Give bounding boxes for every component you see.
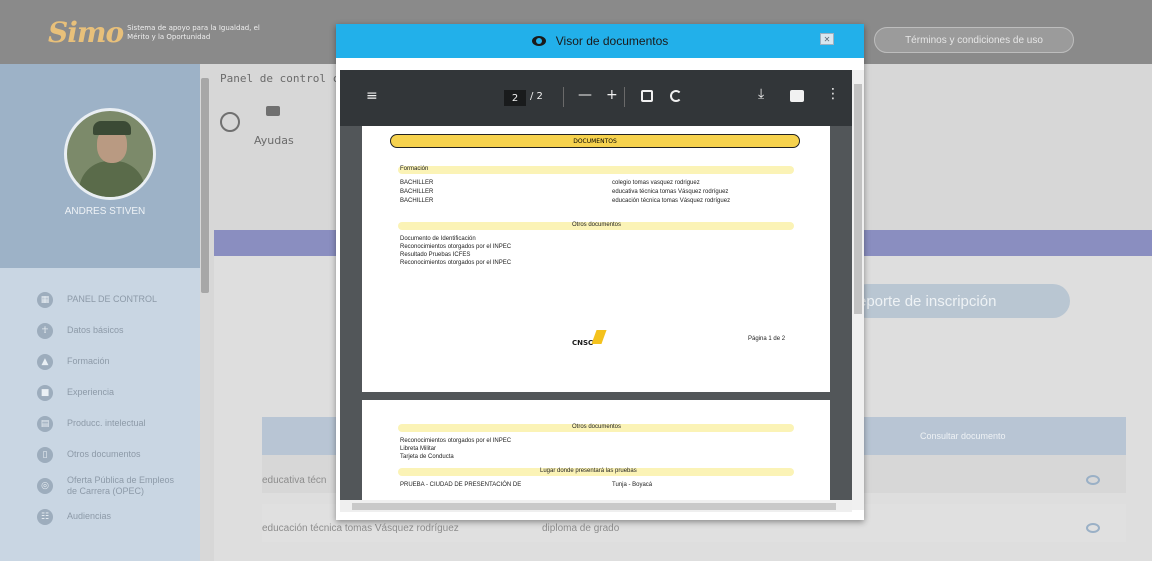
simo-logo[interactable]: Simo Sistema de apoyo para la Igualdad, …	[48, 16, 277, 49]
page-number-label: Página 1 de 2	[748, 336, 786, 342]
pdf-vertical-scrollbar-thumb[interactable]	[854, 84, 862, 314]
menu-icon[interactable]: ≡	[366, 88, 378, 104]
dashboard-icon: ▦	[37, 291, 53, 308]
avatar[interactable]	[64, 108, 156, 200]
sidebar-item-audiencias[interactable]: ☷ Audiencias	[0, 501, 200, 532]
sidebar-item-experiencia[interactable]: ■ Experiencia	[0, 377, 200, 408]
reporte-inscripcion-button[interactable]: eporte de inscripción	[850, 284, 1070, 318]
graduation-icon: ▲	[37, 353, 53, 370]
sidebar-scrollbar-thumb[interactable]	[201, 78, 209, 293]
eye-icon[interactable]	[1086, 523, 1100, 533]
cnsc-logo: CNSC	[572, 339, 594, 347]
sidebar-item-datos[interactable]: ☥ Datos básicos	[0, 315, 200, 346]
pdf-toolbar: ≡ 2 / 2 — + ⤓ ⋮	[340, 70, 852, 126]
pdf-page: DOCUMENTOS Formación BACHILLER colegio t…	[362, 126, 830, 392]
pdf-viewer[interactable]: ≡ 2 / 2 — + ⤓ ⋮ DOCUMENTOS Formación BAC…	[340, 70, 852, 510]
download-icon[interactable]: ⤓	[758, 86, 764, 102]
document-icon: ▯	[37, 446, 53, 463]
eye-icon	[531, 36, 546, 46]
audience-icon: ☷	[37, 508, 53, 525]
sidebar-item-otros[interactable]: ▯ Otros documentos	[0, 439, 200, 470]
zoom-out-button[interactable]: —	[578, 87, 592, 103]
doc-section-title: DOCUMENTOS	[390, 134, 800, 148]
pdf-horizontal-scrollbar-thumb[interactable]	[352, 503, 836, 510]
ayudas-link[interactable]: Ayudas	[254, 134, 294, 147]
profile-panel: ANDRES STIVEN	[0, 64, 210, 268]
sidebar: ANDRES STIVEN ▦ PANEL DE CONTROL ☥ Datos b…	[0, 64, 210, 561]
briefcase-icon: ■	[37, 384, 53, 401]
eye-icon[interactable]	[1086, 475, 1100, 485]
compass-icon: ◎	[37, 477, 53, 494]
document-viewer-modal: Visor de documentos ✕ ≡ 2 / 2 — + ⤓ ⋮ DO…	[336, 24, 864, 520]
sidebar-item-opec[interactable]: ◎ Oferta Pública de Empleos de Carrera (O…	[0, 470, 200, 501]
zoom-in-button[interactable]: +	[606, 87, 618, 103]
back-circle-icon[interactable]	[220, 112, 240, 132]
sidebar-item-formacion[interactable]: ▲ Formación	[0, 346, 200, 377]
logo-mark: Simo	[48, 16, 124, 49]
page-number-input[interactable]: 2	[504, 90, 526, 106]
page-total: / 2	[530, 91, 543, 102]
more-options-icon[interactable]: ⋮	[826, 86, 840, 102]
close-button[interactable]: ✕	[820, 33, 834, 45]
viewer-header: Visor de documentos ✕	[336, 24, 864, 58]
sidebar-item-produccion[interactable]: ▤ Producc. intelectual	[0, 408, 200, 439]
fit-page-icon[interactable]	[641, 90, 653, 102]
terms-button[interactable]: Términos y condiciones de uso	[874, 27, 1074, 53]
rotate-icon[interactable]	[670, 90, 682, 102]
viewer-title: Visor de documentos	[555, 34, 669, 48]
logo-subtitle: Sistema de apoyo para la Igualdad, el Mé…	[127, 23, 260, 41]
sidebar-nav: ▦ PANEL DE CONTROL ☥ Datos básicos ▲ Formac…	[0, 284, 200, 532]
people-icon: ☥	[37, 322, 53, 339]
username: ANDRES STIVEN	[64, 206, 146, 217]
book-icon: ▤	[37, 415, 53, 432]
cnsc-logo-mark	[591, 330, 607, 344]
sidebar-item-panel[interactable]: ▦ PANEL DE CONTROL	[0, 284, 200, 315]
table-header-consultar: Consultar documento	[920, 431, 1006, 441]
pdf-page: Otros documentos Reconocimientos otorgad…	[362, 400, 830, 510]
video-icon[interactable]	[266, 106, 280, 116]
print-icon[interactable]	[790, 90, 804, 102]
